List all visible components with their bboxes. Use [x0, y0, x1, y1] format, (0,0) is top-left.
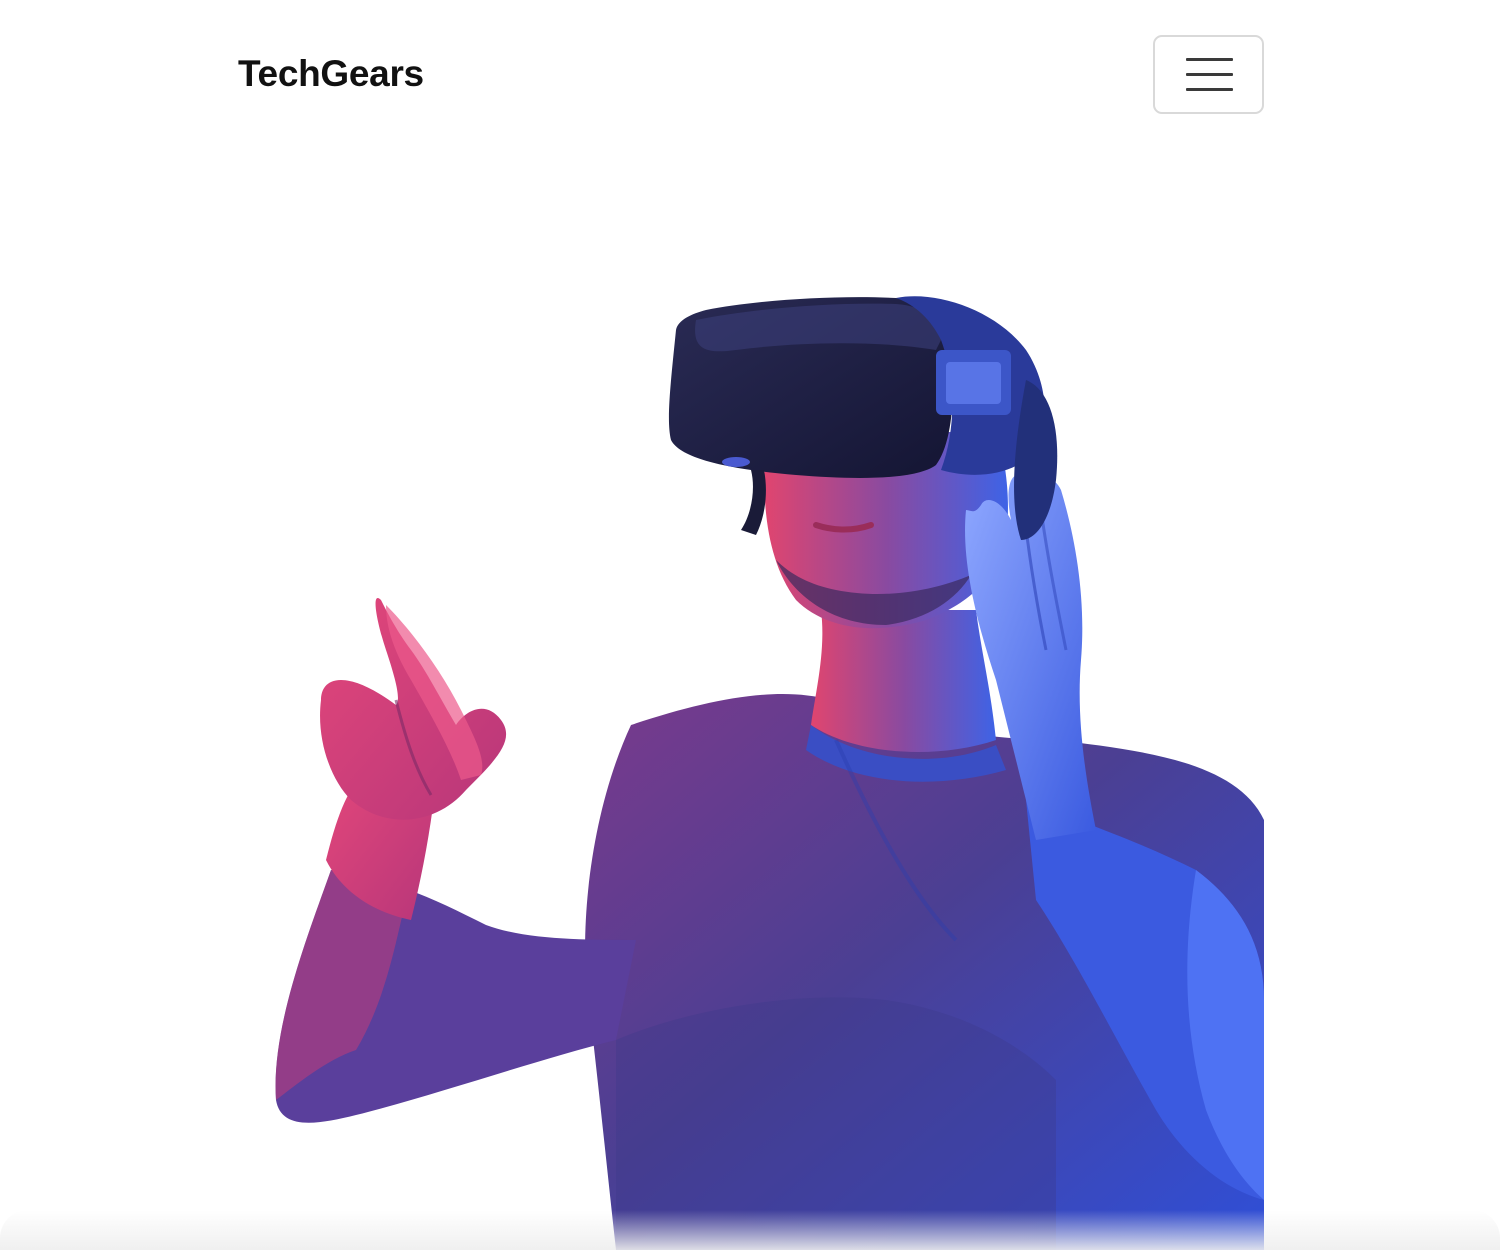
left-hand	[320, 598, 507, 820]
page: TechGears	[0, 0, 1500, 1250]
navbar-toggler-button[interactable]	[1153, 35, 1264, 114]
navbar: TechGears	[0, 0, 1500, 150]
brand-logo[interactable]: TechGears	[238, 52, 424, 96]
hero-image	[236, 180, 1264, 1250]
vr-man-illustration	[275, 296, 1264, 1250]
neck	[811, 610, 996, 752]
